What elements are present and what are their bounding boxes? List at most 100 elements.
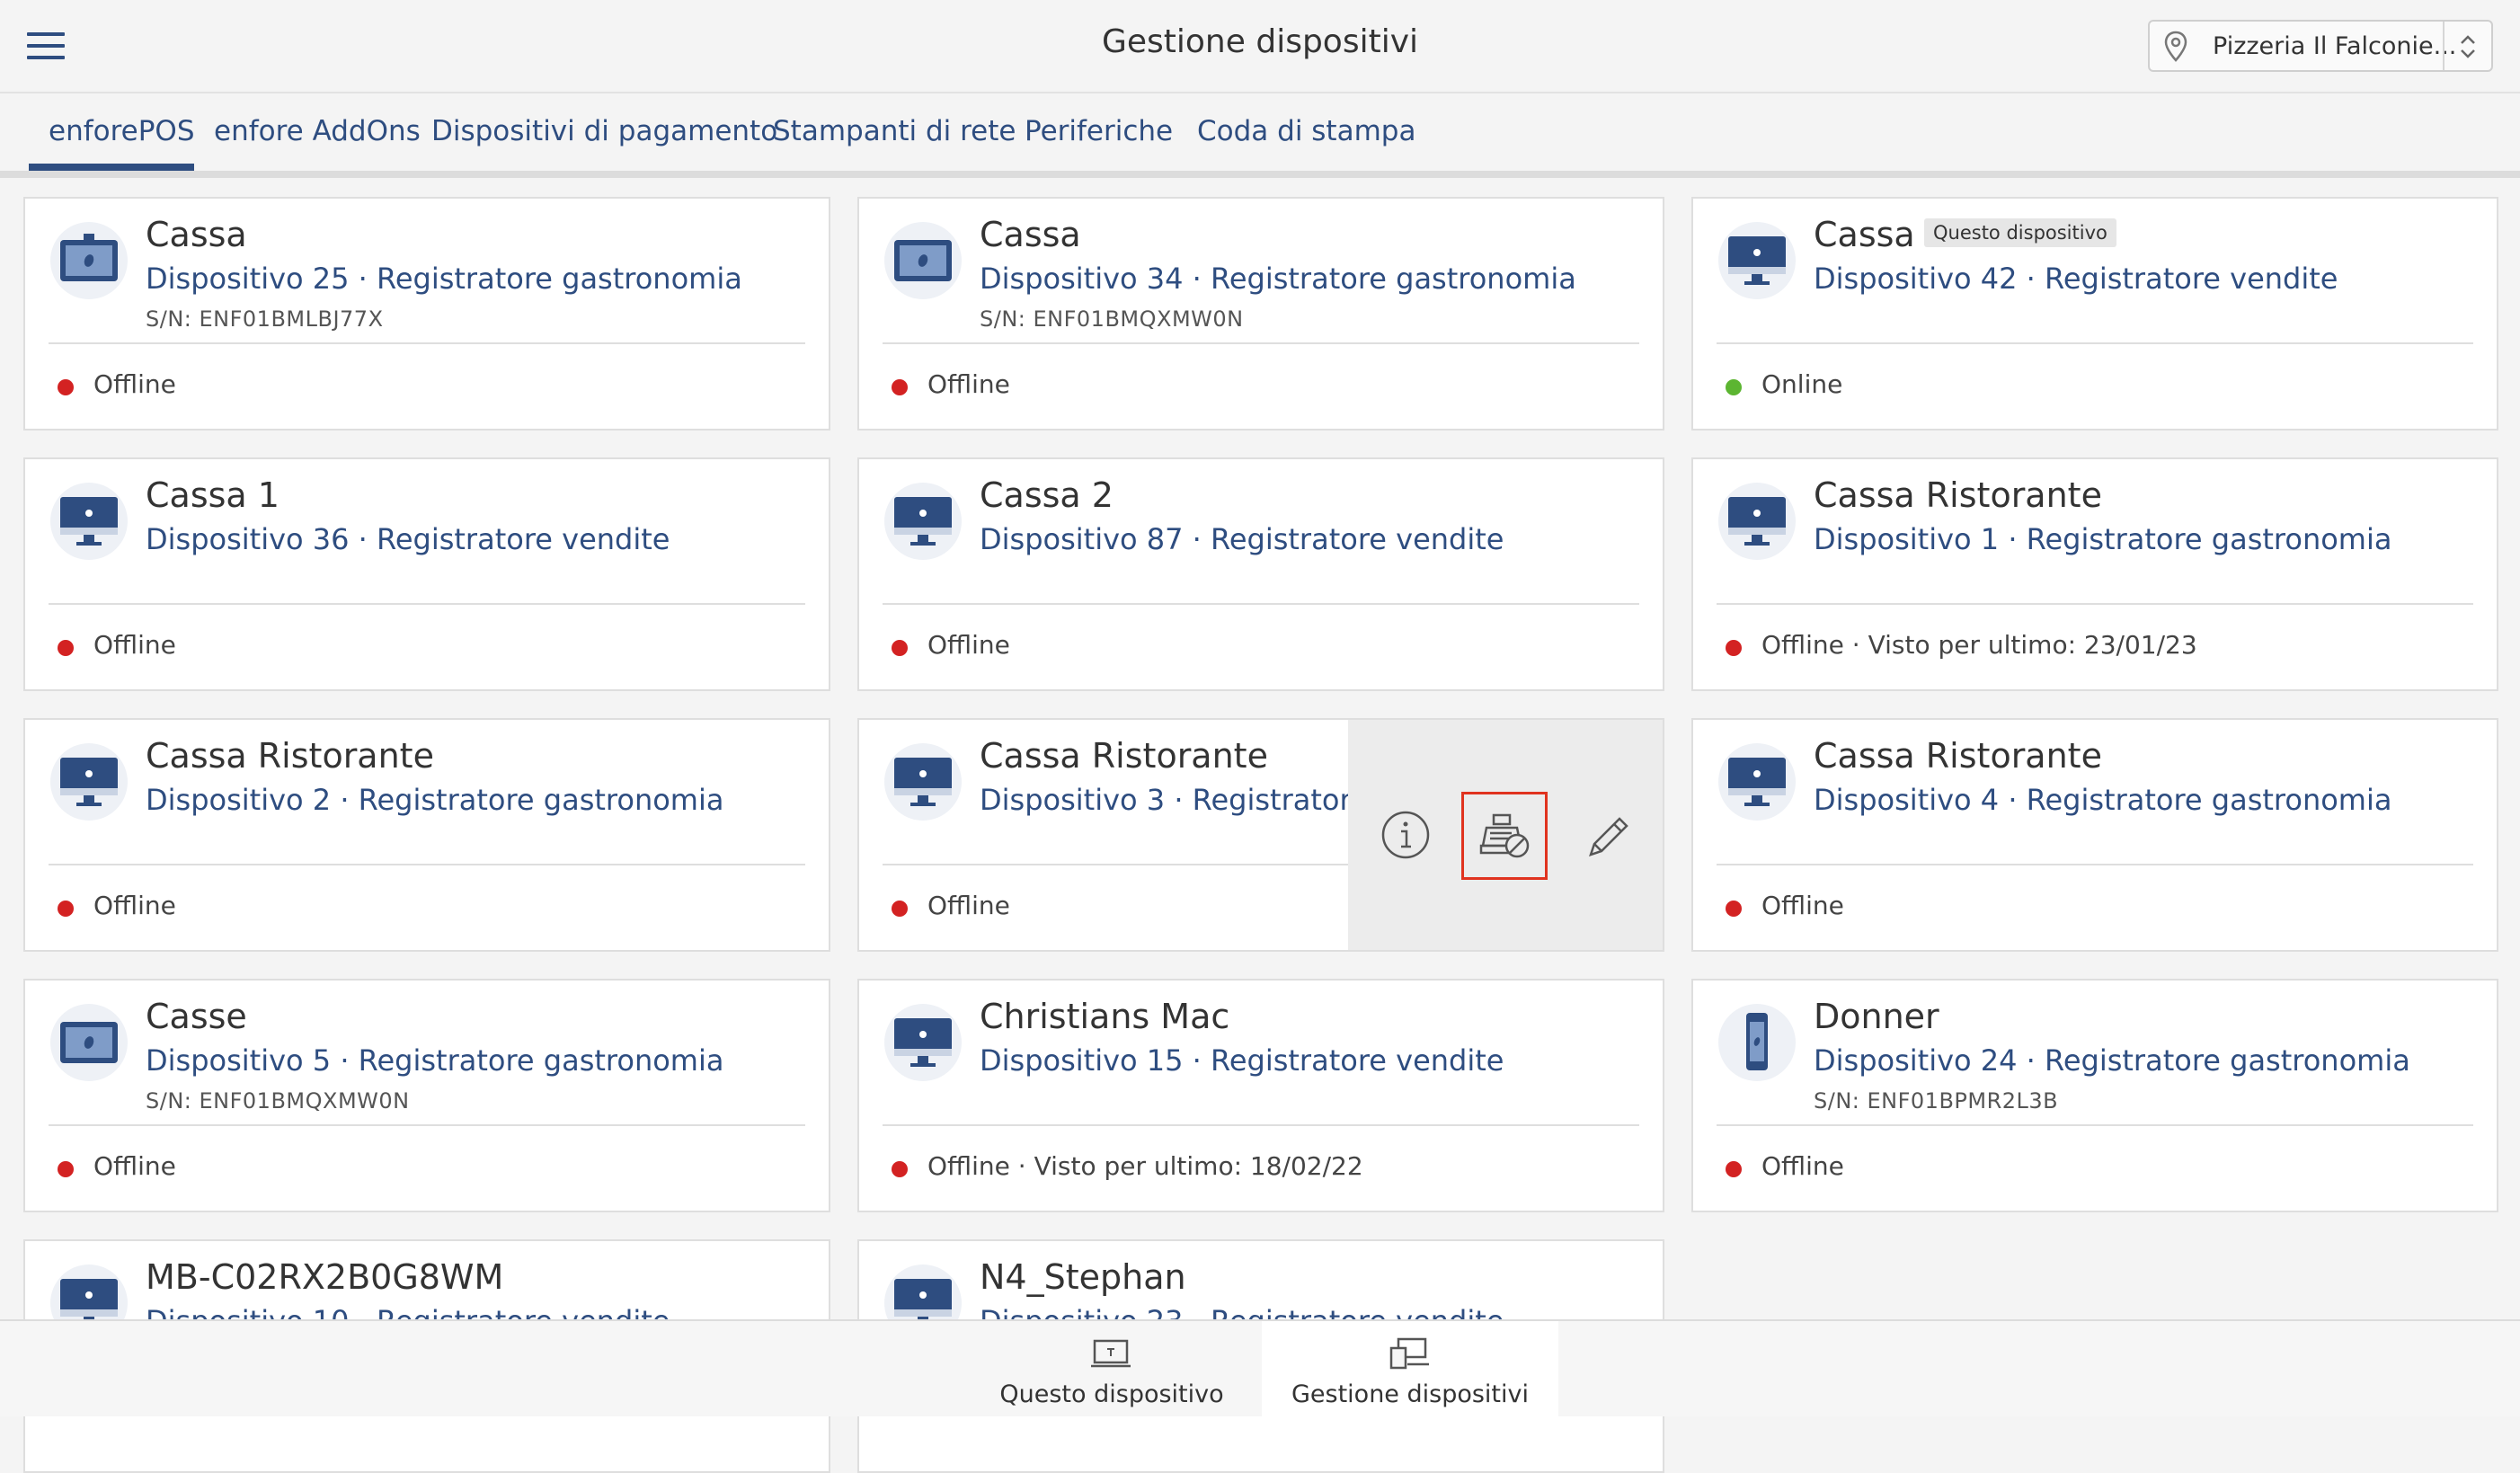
device-subtitle: Dispositivo 34 · Registratore gastronomi…: [980, 262, 1576, 296]
device-status: Offline: [93, 891, 176, 920]
status-dot: [58, 640, 74, 656]
device-name: Donner: [1814, 997, 1939, 1036]
tab-payment-devices[interactable]: Dispositivi di pagamento: [431, 115, 777, 147]
tab-label: Questo dispositivo: [999, 1380, 1224, 1408]
device-subtitle: Dispositivo 24 · Registratore gastronomi…: [1814, 1043, 2410, 1078]
device-subtitle: Dispositivo 4 · Registratore gastronomia: [1814, 783, 2392, 817]
device-name: Cassa Ristorante: [146, 736, 434, 776]
divider: [49, 603, 805, 605]
device-subtitle: Dispositivo 87 · Registratore vendite: [980, 522, 1504, 556]
handheld-icon: [1718, 1004, 1796, 1081]
this-device-badge: Questo dispositivo: [1924, 218, 2116, 247]
device-card[interactable]: Christians Mac Dispositivo 15 · Registra…: [857, 979, 1664, 1212]
tab-this-device[interactable]: Questo dispositivo: [963, 1321, 1260, 1416]
tab-label: Gestione dispositivi: [1291, 1380, 1529, 1408]
device-card[interactable]: Cassa Ristorante Dispositivo 1 · Registr…: [1691, 457, 2498, 691]
info-icon[interactable]: [1380, 810, 1431, 864]
status-dot: [1726, 379, 1742, 395]
serial-number: S/N: ENF01BMQXMW0N: [980, 306, 1244, 332]
status-dot: [58, 379, 74, 395]
imac-icon: [50, 743, 128, 821]
device-status: Offline: [927, 891, 1010, 920]
device-status: Online: [1761, 369, 1843, 399]
divider: [49, 864, 805, 865]
location-name: Pizzeria Il Falconie...: [2213, 32, 2457, 60]
tab-network-printers[interactable]: Stampanti di rete: [773, 115, 1016, 147]
device-name: Cassa Ristorante: [1814, 736, 2102, 776]
device-status: Offline: [927, 369, 1010, 399]
device-card[interactable]: Donner Dispositivo 24 · Registratore gas…: [1691, 979, 2498, 1212]
device-card[interactable]: Casse Dispositivo 5 · Registratore gastr…: [23, 979, 830, 1212]
device-status: Offline · Visto per ultimo: 18/02/22: [927, 1151, 1363, 1181]
device-card[interactable]: Cassa Dispositivo 34 · Registratore gast…: [857, 197, 1664, 430]
device-card[interactable]: Cassa Ristorante Dispositivo 2 · Registr…: [23, 718, 830, 952]
device-subtitle: Dispositivo 15 · Registratore vendite: [980, 1043, 1504, 1078]
device-name: Cassa 2: [980, 475, 1114, 515]
device-status: Offline: [927, 630, 1010, 660]
register-disable-icon[interactable]: [1479, 812, 1531, 865]
device-status: Offline: [1761, 891, 1844, 920]
imac-icon: [1718, 222, 1796, 299]
status-dot: [892, 1161, 908, 1177]
imac-icon: [884, 483, 962, 560]
divider: [2443, 22, 2445, 70]
imac-icon: [50, 483, 128, 560]
device-status: Offline · Visto per ultimo: 23/01/23: [1761, 630, 2197, 660]
device-subtitle: Dispositivo 2 · Registratore gastronomia: [146, 783, 724, 817]
device-subtitle: Dispositivo 36 · Registratore vendite: [146, 522, 670, 556]
divider: [1717, 864, 2473, 865]
divider: [883, 342, 1639, 344]
device-name: N4_Stephan: [980, 1257, 1186, 1297]
device-name: Cassa: [1814, 215, 1915, 254]
tab-enfore-addons[interactable]: enfore AddOns: [214, 115, 421, 147]
device-management-icon: [1388, 1337, 1431, 1373]
card-action-panel: [1348, 720, 1663, 950]
imac-icon: [1718, 483, 1796, 560]
divider: [49, 342, 805, 344]
divider: [883, 1124, 1639, 1126]
map-pin-icon: [2162, 31, 2189, 67]
status-dot: [892, 379, 908, 395]
device-card[interactable]: Cassa Questo dispositivo Dispositivo 42 …: [1691, 197, 2498, 430]
status-dot: [1726, 640, 1742, 656]
status-dot: [892, 640, 908, 656]
pos-terminal-icon: [884, 222, 962, 299]
tab-peripherals[interactable]: Periferiche: [1025, 115, 1173, 147]
page-title: Gestione dispositivi: [1101, 23, 1419, 60]
device-card[interactable]: Cassa 2 Dispositivo 87 · Registratore ve…: [857, 457, 1664, 691]
divider: [1717, 603, 2473, 605]
device-card[interactable]: Cassa Ristorante Dispositivo 4 · Registr…: [1691, 718, 2498, 952]
device-status: Offline: [1761, 1151, 1844, 1181]
device-card-with-actions[interactable]: Cassa Ristorante Dispositivo 3 · Registr…: [857, 718, 1664, 952]
tab-device-management[interactable]: Gestione dispositivi: [1262, 1321, 1558, 1416]
device-card[interactable]: Cassa 1 Dispositivo 36 · Registratore ve…: [23, 457, 830, 691]
device-card[interactable]: Cassa Dispositivo 25 · Registratore gast…: [23, 197, 830, 430]
tab-bar: enforePOS enfore AddOns Dispositivi di p…: [0, 93, 2520, 178]
divider: [49, 1124, 805, 1126]
device-name: Cassa: [980, 215, 1081, 254]
divider: [1717, 1124, 2473, 1126]
status-dot: [58, 901, 74, 917]
device-name: Cassa: [146, 215, 247, 254]
imac-icon: [884, 1004, 962, 1081]
pos-terminal-icon: [50, 222, 128, 299]
device-status: Offline: [93, 1151, 176, 1181]
device-name: Cassa Ristorante: [980, 736, 1268, 776]
status-dot: [892, 901, 908, 917]
serial-number: S/N: ENF01BMQXMW0N: [146, 1088, 410, 1114]
device-subtitle: Dispositivo 5 · Registratore gastronomia: [146, 1043, 724, 1078]
device-subtitle: Dispositivo 42 · Registratore vendite: [1814, 262, 2338, 296]
location-selector[interactable]: Pizzeria Il Falconie...: [2148, 20, 2493, 72]
device-status: Offline: [93, 369, 176, 399]
tab-enforepos[interactable]: enforePOS: [49, 115, 195, 147]
pencil-icon[interactable]: [1584, 812, 1634, 865]
tab-print-queue[interactable]: Coda di stampa: [1197, 115, 1415, 147]
status-dot: [1726, 901, 1742, 917]
active-tab-indicator: [29, 164, 194, 171]
chevron-up-down-icon[interactable]: [2455, 31, 2480, 67]
device-name: Christians Mac: [980, 997, 1230, 1036]
divider: [1717, 342, 2473, 344]
serial-number: S/N: ENF01BMLBJ77X: [146, 306, 384, 332]
divider: [883, 603, 1639, 605]
imac-icon: [1718, 743, 1796, 821]
